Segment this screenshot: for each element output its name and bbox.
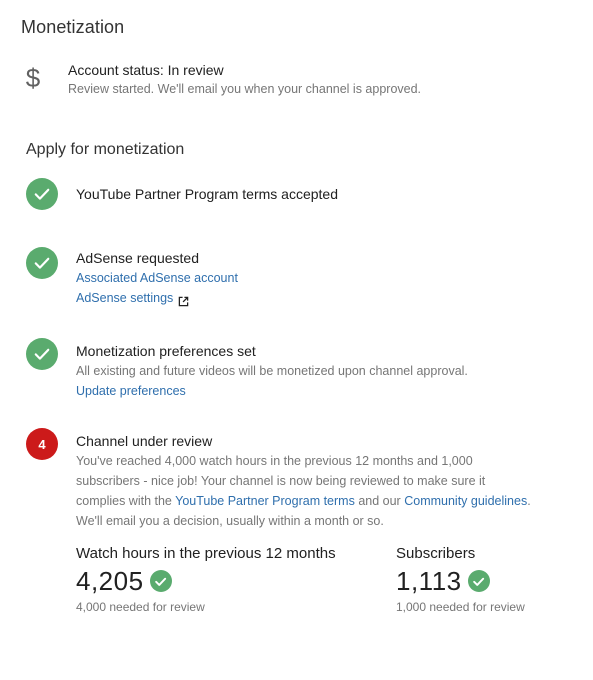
subscribers-metric: Subscribers 1,113 1,000 needed for revie… [396, 544, 525, 616]
check-icon [149, 570, 172, 592]
step-title: Channel under review [76, 433, 213, 449]
account-status-subtitle: Review started. We'll email you when you… [68, 82, 422, 96]
monetization-page: Monetization $ Account status: In review… [0, 0, 593, 680]
step-title: AdSense requested [76, 250, 199, 266]
step-terms-accepted: YouTube Partner Program terms accepted [26, 178, 566, 214]
dollar-icon: $ [25, 62, 41, 93]
step-description-line: You've reached 4,000 watch hours in the … [76, 454, 473, 468]
metric-value: 1,113 [396, 566, 462, 596]
community-guidelines-link[interactable]: Community guidelines [404, 494, 527, 508]
metric-note: 1,000 needed for review [396, 600, 525, 614]
step-title: Monetization preferences set [76, 343, 256, 359]
step-number-badge: 4 [26, 428, 58, 460]
watch-hours-metric: Watch hours in the previous 12 months 4,… [76, 544, 336, 616]
partner-program-terms-link[interactable]: YouTube Partner Program terms [175, 494, 355, 508]
check-icon [26, 178, 58, 210]
step-description: All existing and future videos will be m… [76, 364, 468, 378]
step-description-line: complies with the YouTube Partner Progra… [76, 494, 531, 508]
check-icon [26, 247, 58, 279]
adsense-settings-link[interactable]: AdSense settings [76, 288, 173, 308]
check-icon [467, 570, 490, 592]
metric-label: Watch hours in the previous 12 months [76, 545, 336, 562]
step-adsense-requested: AdSense requested Associated AdSense acc… [26, 247, 566, 307]
section-title: Apply for monetization [26, 141, 185, 158]
step-channel-review: 4 Channel under review You've reached 4,… [26, 428, 566, 532]
check-icon [26, 338, 58, 370]
metric-label: Subscribers [396, 545, 476, 562]
step-description-line: subscribers - nice job! Your channel is … [76, 474, 486, 488]
page-title: Monetization [21, 17, 125, 37]
account-status: $ Account status: In review Review start… [21, 60, 581, 104]
step-description-line: We'll email you a decision, usually with… [76, 514, 384, 528]
step-title: YouTube Partner Program terms accepted [76, 186, 338, 202]
update-preferences-link[interactable]: Update preferences [76, 381, 186, 401]
external-link-icon[interactable] [178, 293, 189, 306]
associated-adsense-account-link[interactable]: Associated AdSense account [76, 268, 238, 288]
metric-value: 4,205 [76, 566, 144, 596]
step-preferences-set: Monetization preferences set All existin… [26, 338, 566, 398]
account-status-title: Account status: In review [68, 62, 224, 78]
metric-note: 4,000 needed for review [76, 600, 205, 614]
